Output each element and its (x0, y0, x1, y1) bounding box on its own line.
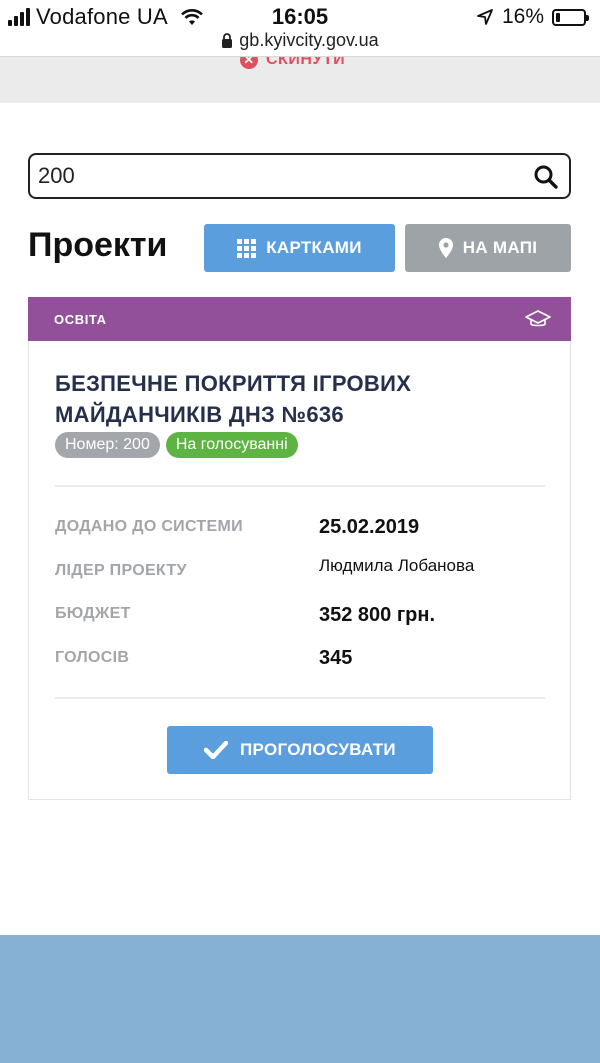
location-arrow-icon (477, 9, 493, 25)
reset-filters-button[interactable]: ✕ СКИНУТИ (240, 56, 346, 69)
battery-icon (552, 8, 589, 26)
status-badge: На голосуванні (165, 432, 298, 458)
project-title[interactable]: БЕЗПЕЧНЕ ПОКРИТТЯ ІГРОВИХ МАЙДАНЧИКІВ ДН… (55, 368, 535, 430)
battery-percent: 16% (501, 5, 544, 28)
reset-filters-label: СКИНУТИ (266, 56, 346, 68)
divider (55, 697, 545, 699)
budget-label: БЮДЖЕТ (55, 605, 131, 622)
page-footer (0, 935, 600, 1063)
category-header: ОСВІТА (28, 297, 571, 341)
battery-fill (556, 12, 561, 22)
votes-label: ГОЛОСІВ (55, 649, 130, 666)
number-badge: Номер: 200 (55, 432, 160, 458)
search-icon[interactable] (533, 164, 559, 190)
status-bar-right: 16% (476, 5, 589, 29)
project-badges: Номер: 200 На голосуванні (55, 432, 298, 458)
graduation-cap-icon (525, 310, 551, 327)
added-label: ДОДАНО ДО СИСТЕМИ (55, 518, 243, 535)
close-circle-icon: ✕ (240, 57, 258, 69)
status-bar: Vodafone UA 16:05 16% (0, 0, 600, 34)
project-card[interactable]: ОСВІТА БЕЗПЕЧНЕ ПОКРИТТЯ ІГРОВИХ МАЙДАНЧ… (28, 297, 571, 800)
view-map-label: НА МАПІ (462, 238, 538, 257)
lock-icon (222, 33, 233, 48)
vote-button-label: ПРОГОЛОСУВАТИ (240, 740, 396, 759)
search-box (28, 153, 571, 199)
map-pin-icon (438, 238, 453, 258)
address-bar[interactable]: gb.kyivcity.gov.ua (0, 30, 600, 56)
view-cards-button[interactable]: КАРТКАМИ (204, 224, 395, 272)
divider (55, 485, 545, 487)
url-display[interactable]: gb.kyivcity.gov.ua (221, 30, 379, 51)
filter-bar: ✕ СКИНУТИ (0, 56, 600, 103)
leader-value: Людмила Лобанова (319, 556, 475, 575)
search-input[interactable] (38, 161, 518, 191)
leader-label: ЛІДЕР ПРОЕКТУ (55, 562, 187, 579)
category-label: ОСВІТА (54, 312, 107, 327)
view-map-button[interactable]: НА МАПІ (405, 224, 571, 272)
votes-value: 345 (319, 647, 353, 669)
budget-value: 352 800 грн. (319, 604, 436, 626)
url-text: gb.kyivcity.gov.ua (239, 30, 379, 50)
checkmark-icon (204, 741, 229, 759)
view-cards-label: КАРТКАМИ (266, 238, 362, 257)
added-value: 25.02.2019 (319, 516, 420, 538)
grid-icon (237, 238, 257, 258)
vote-button[interactable]: ПРОГОЛОСУВАТИ (167, 726, 433, 774)
page-title: Проекти (28, 226, 168, 264)
